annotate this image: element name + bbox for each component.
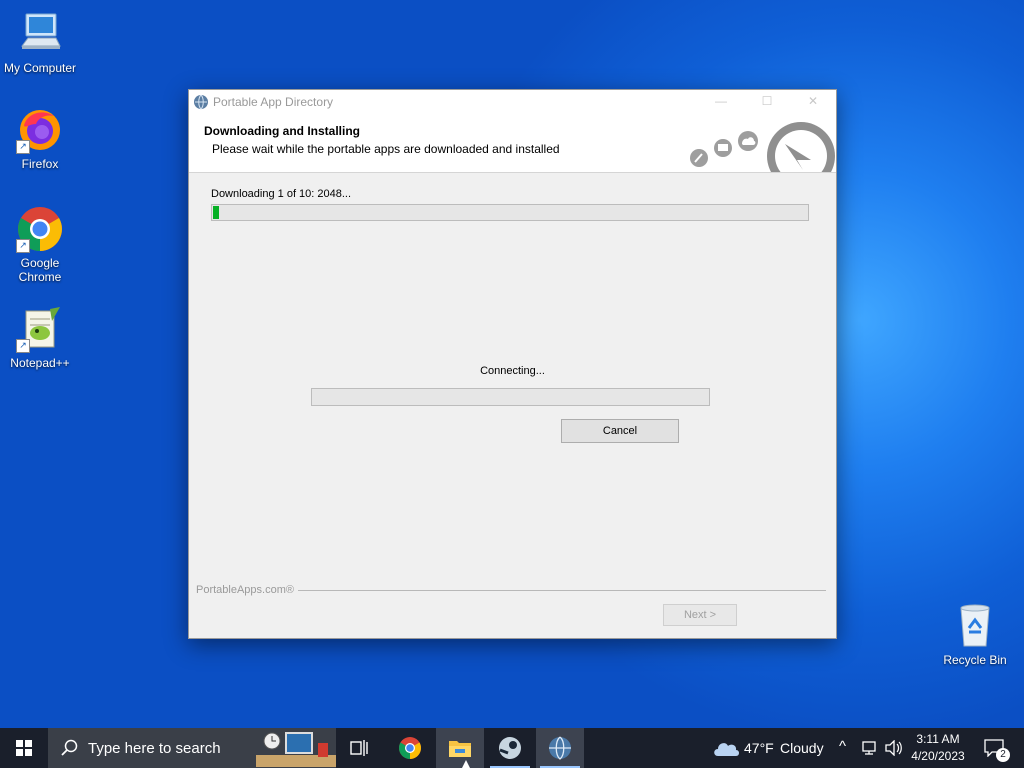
next-button[interactable]: Next >	[663, 604, 737, 626]
header-subtitle: Please wait while the portable apps are …	[212, 142, 560, 156]
task-view-button[interactable]	[336, 728, 384, 768]
footer-divider	[298, 590, 826, 591]
recycle-bin-icon	[951, 602, 999, 650]
close-button[interactable]: ✕	[790, 90, 836, 114]
volume-icon[interactable]	[885, 740, 903, 756]
portableapps-globe-icon	[549, 736, 571, 760]
portable-app-directory-window: Portable App Directory — ☐ ✕ Downloading…	[188, 89, 837, 639]
desktop-icon-notepad-plus-plus[interactable]: ↗ Notepad++	[0, 305, 80, 370]
desktop-icon-google-chrome[interactable]: ↗ Google Chrome	[0, 205, 80, 284]
search-icon	[61, 739, 78, 756]
chrome-icon: ↗	[16, 205, 64, 253]
wizard-header: Downloading and Installing Please wait w…	[189, 114, 836, 173]
firefox-icon: ↗	[16, 106, 64, 154]
weather-widget[interactable]: 47°F Cloudy	[710, 728, 830, 768]
desktop-icon-label: Google Chrome	[18, 256, 62, 284]
weather-temperature: 47°F	[744, 740, 774, 756]
shortcut-arrow-icon: ↗	[16, 140, 30, 154]
computer-icon	[16, 10, 64, 58]
download-status-text: Downloading 1 of 10: 2048...	[211, 188, 352, 200]
desktop-icon-label: Notepad++	[10, 356, 70, 370]
mouse-cursor-icon	[462, 760, 470, 768]
chrome-icon	[399, 737, 421, 759]
desktop-icon-recycle-bin[interactable]: Recycle Bin	[935, 602, 1015, 667]
clock-date: 4/20/2023	[911, 749, 965, 763]
task-view-icon	[350, 740, 368, 756]
taskbar: Type here to search 47°F Cloudy ^ 3:11 A…	[0, 728, 1024, 768]
app-globe-icon	[193, 94, 209, 110]
network-icon[interactable]	[862, 740, 880, 756]
system-clock[interactable]: 3:11 AM 4/20/2023	[910, 731, 966, 765]
search-placeholder: Type here to search	[88, 740, 221, 757]
start-button[interactable]	[0, 728, 48, 768]
desktop-icon-firefox[interactable]: ↗ Firefox	[0, 106, 80, 171]
taskbar-search-box[interactable]: Type here to search	[48, 728, 336, 768]
connection-progress-bar	[311, 388, 710, 406]
minimize-button[interactable]: —	[698, 90, 744, 114]
window-title: Portable App Directory	[213, 95, 334, 109]
search-highlight-illustration-icon	[256, 732, 336, 767]
cloud-icon	[714, 743, 739, 756]
taskbar-steam[interactable]	[486, 728, 534, 768]
steam-icon	[499, 737, 521, 759]
weather-description: Cloudy	[780, 740, 824, 756]
desktop-icon-label: Recycle Bin	[943, 653, 1007, 667]
title-bar[interactable]: Portable App Directory — ☐ ✕	[189, 90, 836, 114]
cancel-button[interactable]: Cancel	[561, 419, 679, 443]
maximize-button[interactable]: ☐	[744, 90, 790, 114]
overall-progress-fill	[213, 206, 219, 219]
windows-logo-icon	[16, 740, 32, 756]
desktop-icon-my-computer[interactable]: My Computer	[0, 10, 80, 75]
header-title: Downloading and Installing	[204, 124, 360, 138]
taskbar-portableapps[interactable]	[536, 728, 584, 768]
show-hidden-icons-chevron-icon[interactable]: ^	[839, 738, 846, 755]
connection-status-text: Connecting...	[480, 365, 545, 377]
notification-center-button[interactable]: 2	[976, 728, 1016, 768]
notification-count-badge: 2	[996, 748, 1010, 762]
desktop-icon-label: My Computer	[3, 61, 77, 75]
portableapps-logo-icon	[690, 122, 835, 172]
shortcut-arrow-icon: ↗	[16, 339, 30, 353]
notepad-plus-plus-icon: ↗	[16, 305, 64, 353]
clock-time: 3:11 AM	[916, 732, 960, 746]
desktop-icon-label: Firefox	[21, 157, 59, 171]
folder-icon	[449, 741, 471, 757]
portableapps-brand-text: PortableApps.com®	[196, 584, 294, 596]
taskbar-chrome[interactable]	[386, 728, 434, 768]
overall-progress-bar	[211, 204, 809, 221]
shortcut-arrow-icon: ↗	[16, 239, 30, 253]
taskbar-file-explorer[interactable]	[436, 728, 484, 768]
